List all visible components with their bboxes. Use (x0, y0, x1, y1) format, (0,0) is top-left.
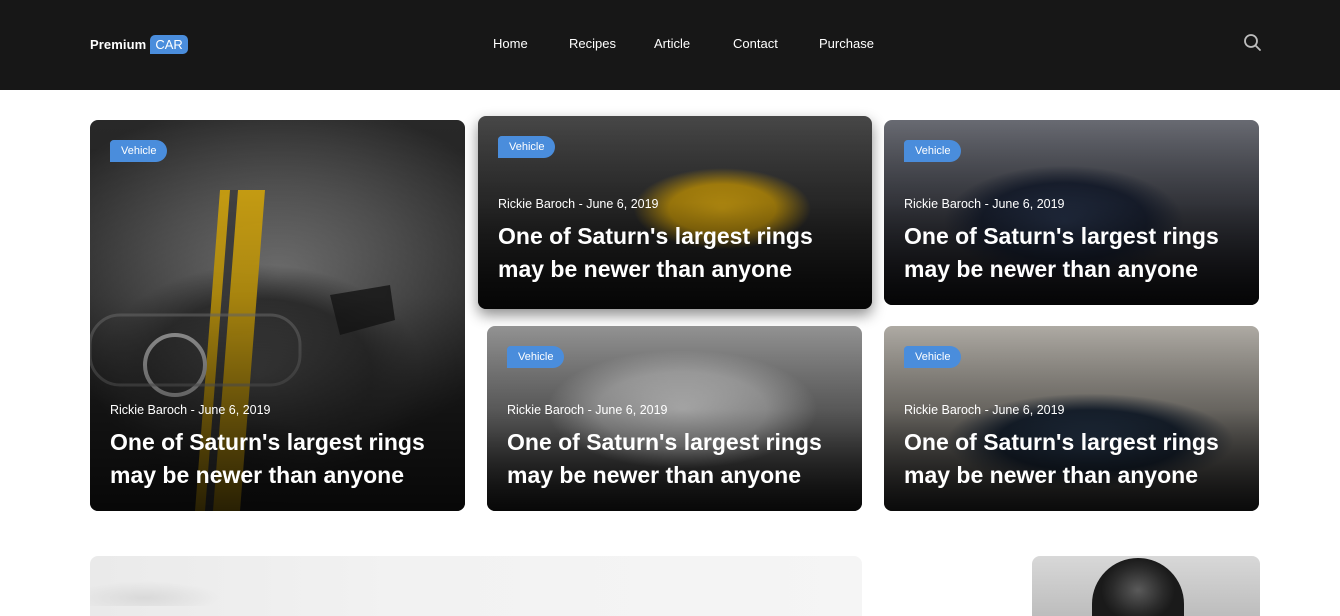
nav-contact[interactable]: Contact (733, 36, 819, 51)
card-meta: Rickie Baroch - June 6, 2019 (507, 403, 668, 417)
logo[interactable]: Premium CAR (90, 34, 188, 55)
card-title-line2: may be newer than anyone (904, 462, 1198, 488)
category-tag[interactable]: Vehicle (904, 346, 962, 368)
featured-card-main[interactable]: Vehicle Rickie Baroch - June 6, 2019 One… (90, 120, 465, 511)
featured-card[interactable]: Vehicle Rickie Baroch - June 6, 2019 One… (884, 326, 1259, 511)
card-title[interactable]: One of Saturn's largest rings may be new… (904, 220, 1245, 286)
card-title-line1: One of Saturn's largest rings (110, 429, 425, 455)
nav-article[interactable]: Article (654, 36, 733, 51)
card-title-line1: One of Saturn's largest rings (507, 429, 822, 455)
card-title[interactable]: One of Saturn's largest rings may be new… (110, 426, 451, 492)
card-title-line1: One of Saturn's largest rings (904, 429, 1219, 455)
featured-card[interactable]: Vehicle Rickie Baroch - June 6, 2019 One… (478, 116, 872, 309)
site-header: Premium CAR Home Recipes Article Contact… (0, 0, 1340, 90)
helmet-image (1092, 558, 1184, 616)
card-title-line1: One of Saturn's largest rings (498, 223, 813, 249)
card-title-line2: may be newer than anyone (498, 256, 792, 282)
card-title-line2: may be newer than anyone (904, 256, 1198, 282)
card-meta: Rickie Baroch - June 6, 2019 (110, 403, 271, 417)
card-title-line2: may be newer than anyone (110, 462, 404, 488)
category-tag[interactable]: Vehicle (498, 136, 556, 158)
nav-recipes[interactable]: Recipes (569, 36, 654, 51)
sidebar-card-image[interactable] (1032, 556, 1260, 616)
card-title[interactable]: One of Saturn's largest rings may be new… (498, 220, 858, 286)
category-tag[interactable]: Vehicle (904, 140, 962, 162)
card-meta: Rickie Baroch - June 6, 2019 (904, 197, 1065, 211)
nav-home[interactable]: Home (493, 36, 569, 51)
featured-card[interactable]: Vehicle Rickie Baroch - June 6, 2019 One… (884, 120, 1259, 305)
category-tag[interactable]: Vehicle (507, 346, 565, 368)
card-meta: Rickie Baroch - June 6, 2019 (904, 403, 1065, 417)
card-meta: Rickie Baroch - June 6, 2019 (498, 197, 659, 211)
card-title[interactable]: One of Saturn's largest rings may be new… (507, 426, 848, 492)
post-card-image[interactable] (90, 556, 862, 616)
logo-text: Premium (90, 37, 147, 52)
featured-card[interactable]: Vehicle Rickie Baroch - June 6, 2019 One… (487, 326, 862, 511)
card-title-line2: may be newer than anyone (507, 462, 801, 488)
main-nav: Home Recipes Article Contact Purchase (493, 36, 879, 51)
logo-badge: CAR (150, 35, 188, 54)
card-title-line1: One of Saturn's largest rings (904, 223, 1219, 249)
card-title[interactable]: One of Saturn's largest rings may be new… (904, 426, 1245, 492)
nav-purchase[interactable]: Purchase (819, 36, 879, 51)
category-tag[interactable]: Vehicle (110, 140, 168, 162)
search-icon[interactable] (1243, 33, 1263, 53)
